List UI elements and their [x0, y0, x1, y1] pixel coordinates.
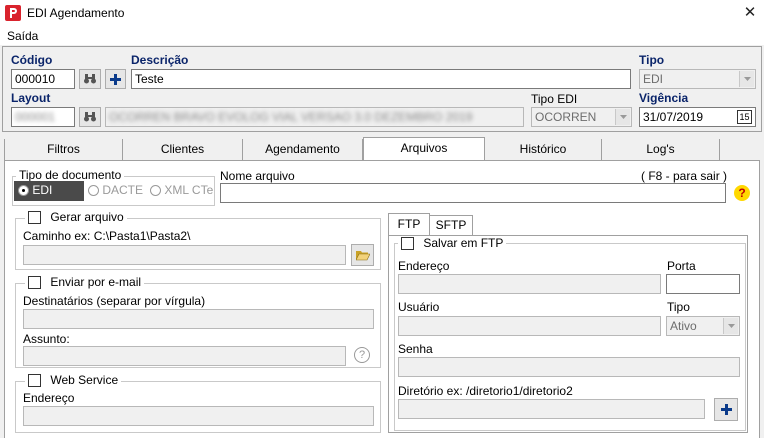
descricao-label: Descrição	[131, 53, 189, 67]
ftp-usuario-input[interactable]	[398, 316, 661, 336]
radio-dacte-circle[interactable]	[88, 185, 99, 197]
nome-arquivo-input[interactable]	[220, 183, 726, 203]
vigencia-value: 31/07/2019	[643, 110, 704, 124]
tab-filtros[interactable]: Filtros	[4, 139, 123, 160]
arquivos-panel: Tipo de documento EDI DACTE XML CTe Nome…	[4, 160, 760, 438]
layout-label: Layout	[11, 91, 51, 105]
folder-open-icon	[355, 250, 370, 260]
ftp-senha-label: Senha	[398, 342, 433, 356]
menu-bar: Saída	[0, 28, 764, 45]
salvar-ftp-checkbox[interactable]	[401, 237, 414, 251]
email-label: Enviar por e-mail	[50, 275, 142, 289]
tipo-label: Tipo	[639, 53, 665, 67]
gerar-arquivo-checkbox[interactable]	[28, 211, 41, 225]
layout-description-value: OCORREN BRAVO EVOLOG VIAL VERSAO 3.0 DEZ…	[109, 110, 473, 124]
ftp-senha-input[interactable]	[398, 357, 740, 377]
ftp-diretorio-label: Diretório ex: /diretorio1/diretorio2	[398, 384, 573, 398]
descricao-input[interactable]: Teste	[131, 69, 631, 89]
tipo-select[interactable]: EDI	[639, 69, 756, 89]
chevron-down-icon[interactable]	[723, 318, 738, 334]
webservice-endereco-input[interactable]	[23, 406, 374, 426]
tipo-value: EDI	[643, 72, 664, 86]
radio-edi[interactable]: EDI	[14, 181, 84, 201]
plus-icon	[720, 404, 732, 415]
search-layout-button[interactable]	[79, 107, 101, 127]
ftp-porta-input[interactable]	[666, 274, 740, 294]
tipo-documento-title: Tipo de documento	[16, 168, 125, 182]
add-button[interactable]	[105, 69, 126, 89]
ftp-porta-label: Porta	[667, 259, 696, 273]
tab-agendamento[interactable]: Agendamento	[243, 139, 363, 160]
assunto-input[interactable]	[23, 346, 346, 366]
radio-dacte[interactable]: DACTE	[88, 183, 143, 197]
ftp-diretorio-input[interactable]	[398, 399, 705, 419]
ftp-tipo-select[interactable]: Ativo	[666, 316, 740, 336]
assunto-label: Assunto:	[23, 332, 70, 346]
webservice-endereco-label: Endereço	[23, 391, 75, 405]
destinatarios-input[interactable]	[23, 309, 374, 329]
tipo-edi-value: OCORREN	[535, 110, 597, 124]
radio-xml-cte-circle[interactable]	[150, 185, 161, 197]
nome-arquivo-label: Nome arquivo	[220, 169, 295, 183]
search-codigo-button[interactable]	[79, 69, 101, 89]
codigo-label: Código	[11, 53, 53, 67]
caminho-input[interactable]	[23, 245, 346, 265]
radio-edi-circle[interactable]	[18, 185, 29, 197]
chevron-down-icon[interactable]	[739, 71, 754, 87]
ftp-tipo-label: Tipo	[667, 300, 690, 314]
gerar-arquivo-title: Gerar arquivo	[25, 210, 127, 225]
binoculars-icon	[84, 112, 96, 122]
tipo-edi-label: Tipo EDI	[531, 92, 578, 106]
help-icon[interactable]: ?	[734, 185, 750, 201]
radio-xml-cte-label: XML CTe	[164, 183, 214, 197]
calendar-icon[interactable]: 15	[737, 110, 752, 124]
layout-code-value: 000001	[15, 110, 56, 124]
tab-clientes[interactable]: Clientes	[123, 139, 243, 160]
app-logo-icon	[5, 5, 21, 21]
add-diretorio-button[interactable]	[714, 398, 738, 421]
webservice-label: Web Service	[50, 373, 119, 387]
tipo-edi-select[interactable]: OCORREN	[531, 107, 632, 127]
chevron-down-icon[interactable]	[615, 109, 630, 125]
salvar-ftp-label: Salvar em FTP	[423, 236, 504, 250]
email-checkbox[interactable]	[28, 276, 41, 290]
ftp-endereco-label: Endereço	[398, 259, 450, 273]
radio-dacte-label: DACTE	[102, 183, 144, 197]
title-bar: EDI Agendamento ✕	[0, 0, 764, 28]
vigencia-date-input[interactable]: 31/07/2019 15	[639, 107, 756, 127]
webservice-title: Web Service	[25, 373, 122, 388]
tab-logs[interactable]: Log's	[602, 139, 720, 160]
ftp-usuario-label: Usuário	[398, 300, 440, 314]
window-title: EDI Agendamento	[27, 6, 125, 20]
ftp-endereco-input[interactable]	[398, 274, 661, 294]
gerar-arquivo-label: Gerar arquivo	[50, 210, 124, 224]
binoculars-icon	[84, 74, 96, 84]
webservice-checkbox[interactable]	[28, 374, 41, 388]
tab-arquivos[interactable]: Arquivos	[363, 137, 485, 161]
destinatarios-label: Destinatários (separar por vírgula)	[23, 294, 206, 308]
codigo-input[interactable]: 000010	[11, 69, 75, 89]
browse-folder-button[interactable]	[351, 244, 374, 266]
layout-description-field: OCORREN BRAVO EVOLOG VIAL VERSAO 3.0 DEZ…	[105, 107, 524, 127]
vigencia-label: Vigência	[639, 91, 689, 105]
email-title: Enviar por e-mail	[25, 275, 145, 290]
ftp-tipo-value: Ativo	[670, 319, 697, 333]
tab-historico[interactable]: Histórico	[485, 139, 602, 160]
salvar-ftp-title: Salvar em FTP	[398, 236, 507, 251]
layout-code-input[interactable]: 000001	[11, 107, 75, 127]
radio-edi-label: EDI	[32, 183, 53, 197]
caminho-label: Caminho ex: C:\Pasta1\Pasta2\	[23, 229, 191, 243]
assunto-help-icon[interactable]: ?	[354, 347, 370, 363]
radio-xml-cte[interactable]: XML CTe	[150, 183, 213, 197]
menu-item-saida[interactable]: Saída	[7, 29, 38, 43]
plus-icon	[110, 73, 121, 85]
tab-ftp[interactable]: FTP	[388, 213, 430, 236]
nome-arquivo-hint: ( F8 - para sair )	[641, 169, 728, 183]
tab-sftp[interactable]: SFTP	[430, 215, 473, 235]
main-tabs: Filtros Clientes Agendamento Arquivos Hi…	[4, 137, 760, 161]
close-icon[interactable]: ✕	[738, 3, 762, 23]
